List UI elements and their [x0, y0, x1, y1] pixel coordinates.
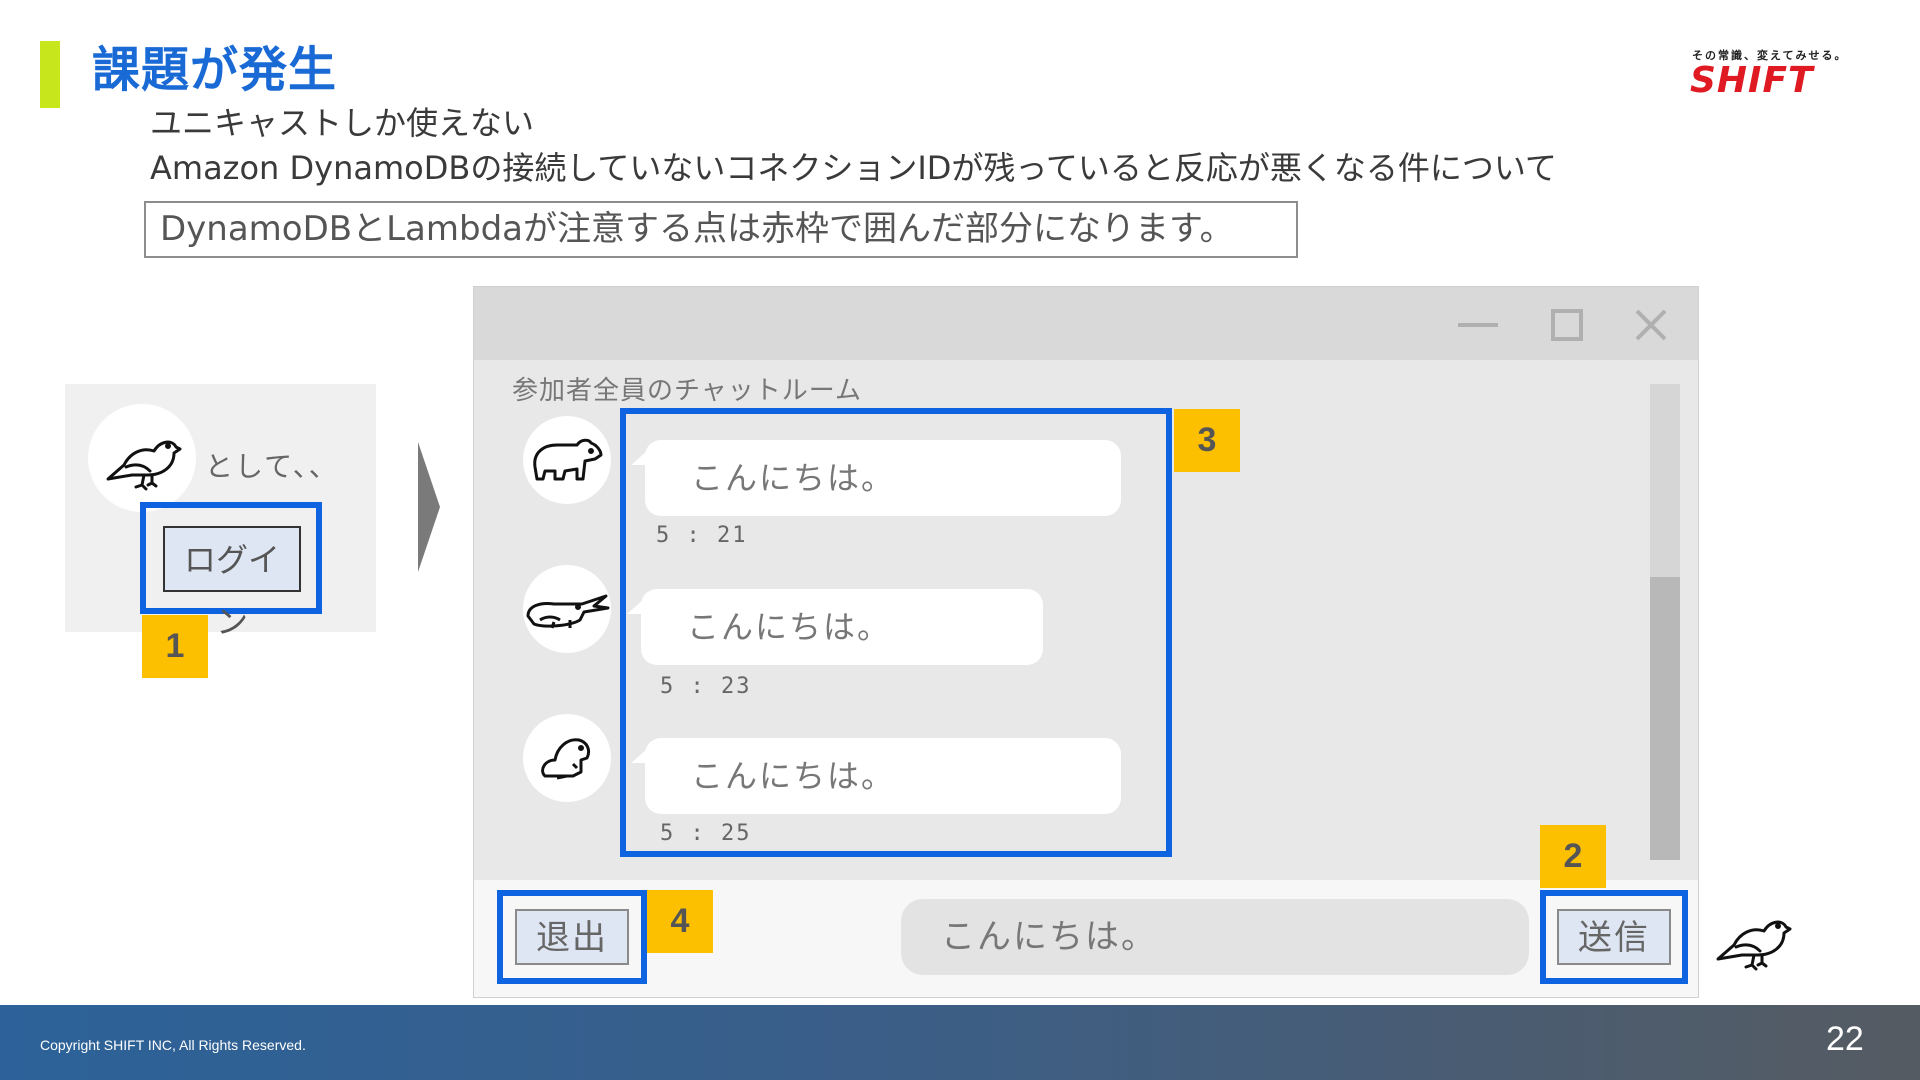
scrollbar-thumb[interactable] — [1650, 577, 1680, 860]
beaver-icon — [523, 714, 611, 802]
minimize-icon[interactable] — [1456, 310, 1500, 340]
title-accent-bar — [40, 41, 60, 108]
note-box: DynamoDBとLambdaが注意する点は赤枠で囲んだ部分になります。 — [144, 201, 1298, 258]
page-number: 22 — [1826, 1020, 1864, 1058]
subtitle-line-2: Amazon DynamoDBの接続していないコネクションIDが残っていると反応… — [150, 149, 1557, 187]
maximize-icon[interactable] — [1550, 308, 1584, 342]
message-input[interactable]: こんにちは。 — [901, 899, 1529, 975]
page-title: 課題が発生 — [92, 42, 338, 98]
chat-room-label: 参加者全員のチャットルーム — [512, 376, 862, 406]
login-button[interactable]: ログイン — [163, 526, 301, 641]
crocodile-icon — [523, 565, 611, 653]
window-titlebar — [474, 287, 1698, 360]
bird-icon — [88, 404, 196, 512]
marker-2: 2 — [1540, 825, 1606, 888]
shift-logo: SHIFT — [1690, 60, 1814, 101]
send-button[interactable]: 送信 — [1557, 909, 1671, 965]
marker-1: 1 — [142, 615, 208, 678]
marker-3: 3 — [1174, 409, 1240, 472]
chevron-right-icon — [418, 442, 440, 572]
bird-icon — [1716, 920, 1792, 971]
exit-button[interactable]: 退出 — [515, 909, 629, 965]
bear-icon — [523, 416, 611, 504]
subtitle-line-1: ユニキャストしか使えない — [150, 104, 535, 142]
marker-4: 4 — [647, 890, 713, 953]
login-as-text: として、、 — [205, 450, 339, 483]
close-icon[interactable] — [1634, 308, 1668, 342]
copyright-text: Copyright SHIFT INC, All Rights Reserved… — [40, 1037, 306, 1053]
messages-highlight-frame — [620, 408, 1172, 857]
